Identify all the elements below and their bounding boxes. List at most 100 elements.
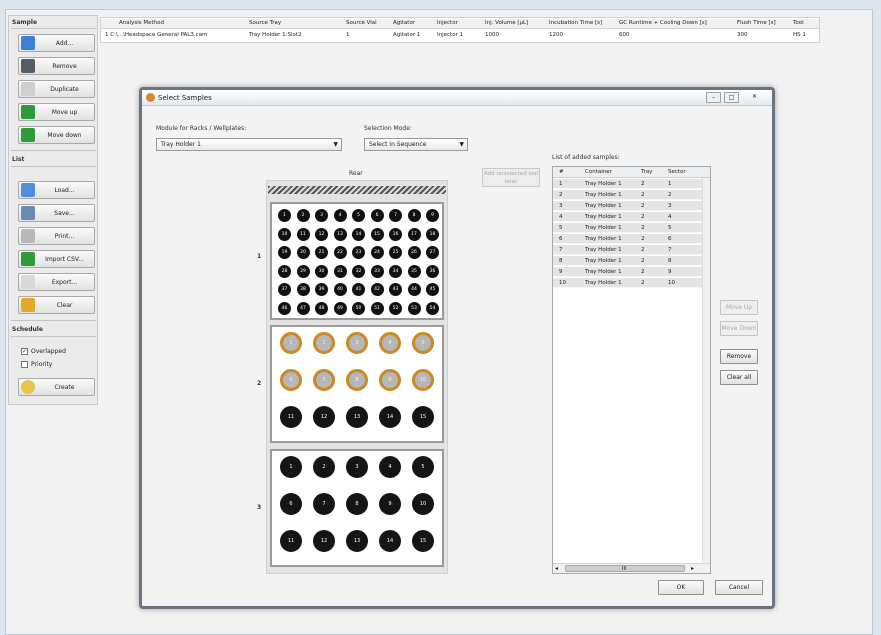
export-button[interactable]: Export... — [18, 273, 95, 291]
vial-position[interactable]: 10 — [412, 493, 434, 515]
selected-vial-position[interactable]: 6 — [280, 369, 302, 391]
vial-position[interactable]: 11 — [280, 530, 302, 552]
load-button[interactable]: Load... — [18, 181, 95, 199]
list-item[interactable]: 9 Tray Holder 129 — [553, 267, 702, 277]
scroll-thumb[interactable]: III — [565, 565, 685, 572]
vial-position[interactable]: 15 — [370, 227, 384, 241]
vial-position[interactable]: 2 — [313, 456, 335, 478]
move-down-sample-button[interactable]: Move down — [18, 126, 95, 144]
vial-position[interactable]: 47 — [296, 301, 310, 315]
maximize-icon[interactable]: □ — [724, 92, 739, 103]
list-item[interactable]: 3 Tray Holder 123 — [553, 201, 702, 211]
table-row[interactable]: 1 C:\...\Headspace General PAL3.cam Tray… — [101, 31, 819, 41]
vial-position[interactable]: 20 — [296, 246, 310, 259]
vial-position[interactable]: 51 — [370, 301, 384, 315]
list-item[interactable]: 1 Tray Holder 121 — [553, 179, 702, 189]
vial-position[interactable]: 49 — [333, 301, 347, 315]
vial-position[interactable]: 28 — [278, 264, 291, 278]
scroll-left-icon[interactable]: ◂ — [555, 564, 558, 574]
vial-position[interactable]: 6 — [280, 493, 302, 515]
vial-position[interactable]: 25 — [389, 246, 402, 259]
vial-position[interactable]: 33 — [370, 264, 384, 278]
vial-position[interactable]: 45 — [426, 283, 439, 296]
vial-position[interactable]: 14 — [379, 530, 401, 552]
vertical-scrollbar[interactable] — [702, 178, 710, 563]
vial-position[interactable]: 14 — [379, 406, 401, 428]
vial-position[interactable]: 13 — [346, 406, 368, 428]
vial-position[interactable]: 16 — [389, 227, 402, 241]
move-up-button[interactable]: Move Up — [720, 300, 758, 315]
vial-position[interactable]: 22 — [333, 246, 347, 259]
ok-button[interactable]: OK — [658, 580, 704, 595]
vial-position[interactable]: 11 — [296, 227, 310, 241]
create-button[interactable]: Create — [18, 378, 95, 396]
vial-position[interactable]: 50 — [352, 301, 365, 315]
vial-position[interactable]: 43 — [389, 283, 402, 296]
vial-position[interactable]: 1 — [278, 209, 291, 222]
remove-button[interactable]: Remove — [720, 349, 758, 364]
add-unselected-vial-button[interactable]: Add unselected vial later — [482, 168, 540, 187]
vial-position[interactable]: 7 — [313, 493, 335, 515]
vial-position[interactable]: 40 — [333, 283, 347, 296]
vial-position[interactable]: 5 — [412, 456, 434, 478]
vial-position[interactable]: 3 — [315, 209, 328, 222]
overlapped-checkbox[interactable]: ✓ Overlapped — [21, 348, 66, 355]
vial-position[interactable]: 8 — [346, 493, 368, 515]
vial-position[interactable]: 11 — [280, 406, 302, 428]
vial-position[interactable]: 37 — [278, 283, 291, 296]
vial-position[interactable]: 5 — [352, 209, 365, 222]
vial-position[interactable]: 36 — [426, 264, 439, 278]
vial-position[interactable]: 18 — [426, 227, 439, 241]
selected-vial-position[interactable]: 7 — [313, 369, 335, 391]
vial-position[interactable]: 14 — [352, 227, 365, 241]
vial-position[interactable]: 41 — [352, 283, 365, 296]
vial-position[interactable]: 38 — [296, 283, 310, 296]
vial-position[interactable]: 29 — [296, 264, 310, 278]
move-down-button[interactable]: Move Down — [720, 321, 758, 336]
vial-position[interactable]: 3 — [346, 456, 368, 478]
vial-position[interactable]: 53 — [407, 301, 421, 315]
vial-position[interactable]: 24 — [370, 246, 384, 259]
list-item[interactable]: 10 Tray Holder 1 2 10 — [553, 278, 702, 288]
vial-position[interactable]: 35 — [407, 264, 421, 278]
vial-position[interactable]: 4 — [333, 209, 347, 222]
vial-position[interactable]: 2 — [296, 209, 310, 222]
list-item[interactable]: 4 Tray Holder 124 — [553, 212, 702, 222]
selected-vial-position[interactable]: 8 — [346, 369, 368, 391]
vial-position[interactable]: 1 — [280, 456, 302, 478]
vial-position[interactable]: 44 — [407, 283, 421, 296]
vial-position[interactable]: 21 — [315, 246, 328, 259]
print-button[interactable]: Print... — [18, 227, 95, 245]
minimize-icon[interactable]: – — [706, 92, 721, 103]
add-sample-button[interactable]: Add... — [18, 34, 95, 52]
priority-checkbox[interactable]: Priority — [21, 361, 52, 368]
vial-position[interactable]: 27 — [426, 246, 439, 259]
horizontal-scrollbar[interactable]: ◂ III ▸ — [553, 563, 710, 573]
vial-position[interactable]: 52 — [389, 301, 402, 315]
vial-position[interactable]: 13 — [333, 227, 347, 241]
vial-position[interactable]: 30 — [315, 264, 328, 278]
import-csv-button[interactable]: Import CSV... — [18, 250, 95, 268]
vial-position[interactable]: 10 — [278, 227, 291, 241]
vial-position[interactable]: 7 — [389, 209, 402, 222]
vial-position[interactable]: 9 — [379, 493, 401, 515]
vial-position[interactable]: 8 — [407, 209, 421, 222]
vial-position[interactable]: 48 — [315, 301, 328, 315]
module-select[interactable]: Tray Holder 1 ▼ — [156, 138, 342, 151]
vial-position[interactable]: 6 — [370, 209, 384, 222]
vial-position[interactable]: 31 — [333, 264, 347, 278]
remove-sample-button[interactable]: Remove — [18, 57, 95, 75]
vial-position[interactable]: 19 — [278, 246, 291, 259]
selected-vial-position[interactable]: 2 — [313, 332, 335, 354]
selected-vial-position[interactable]: 10 — [412, 369, 434, 391]
list-item[interactable]: 7 Tray Holder 127 — [553, 245, 702, 255]
close-icon[interactable]: ✕ — [747, 92, 762, 103]
selected-vial-position[interactable]: 1 — [280, 332, 302, 354]
vial-position[interactable]: 42 — [370, 283, 384, 296]
move-up-sample-button[interactable]: Move up — [18, 103, 95, 121]
vial-position[interactable]: 23 — [352, 246, 365, 259]
clear-list-button[interactable]: Clear — [18, 296, 95, 314]
scroll-right-icon[interactable]: ▸ — [691, 564, 694, 574]
selected-vial-position[interactable]: 9 — [379, 369, 401, 391]
vial-position[interactable]: 12 — [313, 406, 335, 428]
